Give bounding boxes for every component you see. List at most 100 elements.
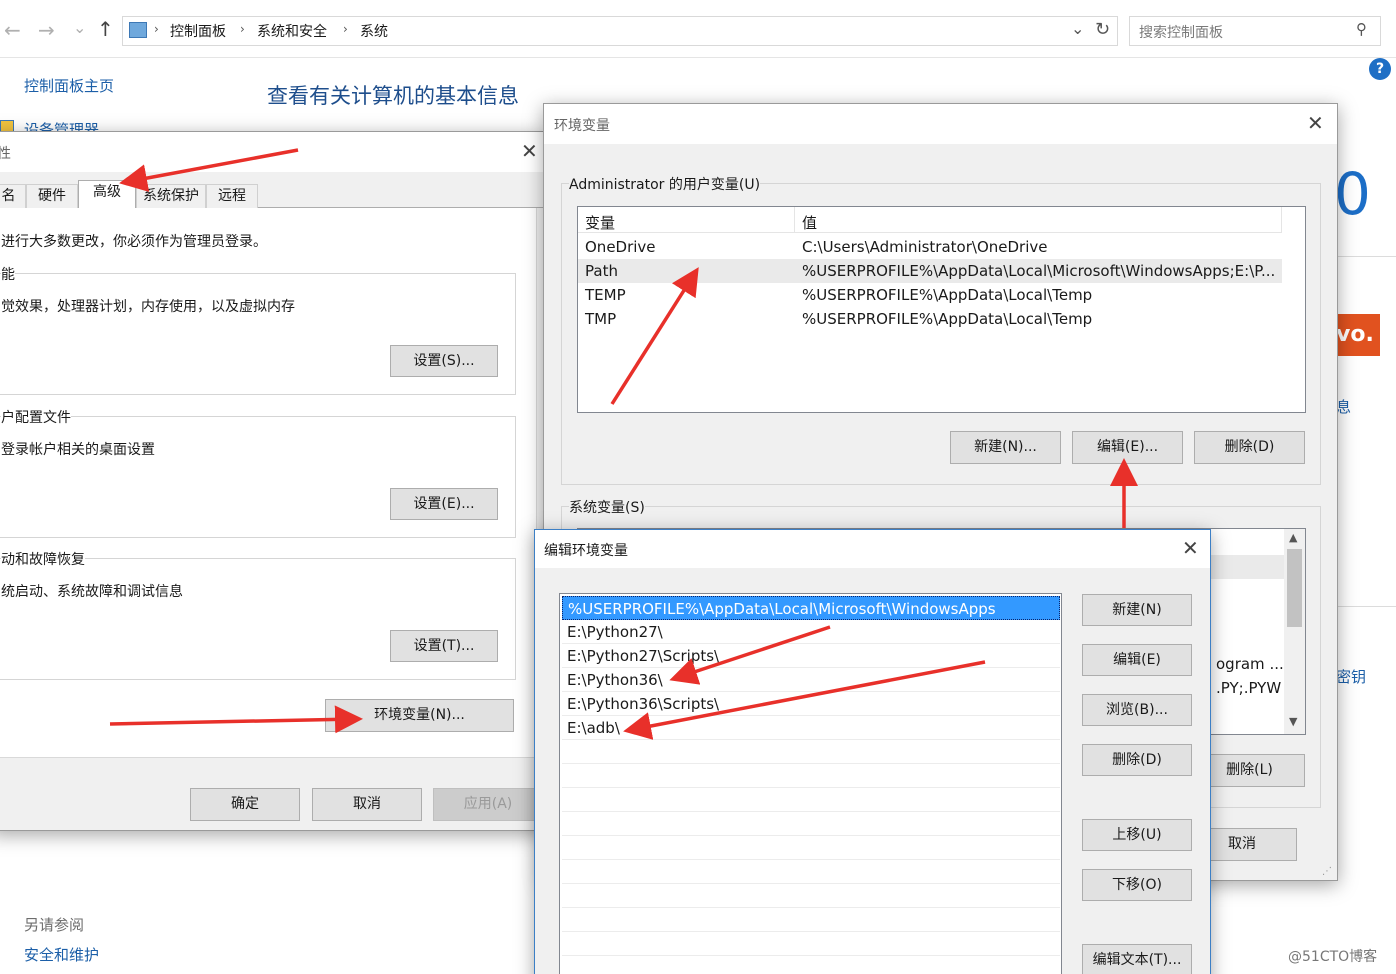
row-value: %USERPROFILE%\AppData\Local\Temp (802, 310, 1093, 328)
breadcrumb-system[interactable]: 系统 (360, 21, 388, 41)
tab-hardware[interactable]: 硬件 (26, 184, 78, 208)
dialog-title: 环境变量 (554, 118, 610, 134)
column-header-value[interactable]: 值 (802, 212, 817, 233)
list-item[interactable]: E:\Python27\Scripts\ (562, 644, 1060, 668)
tab-strip: 名 硬件 高级 系统保护 远程 (0, 180, 545, 208)
column-divider (794, 207, 795, 233)
dialog-titlebar: 性 ✕ (0, 132, 545, 172)
table-header: 变量 值 (578, 207, 1282, 233)
system-variables-legend: 系统变量(S) (569, 497, 645, 517)
refresh-icon[interactable]: ↻ (1095, 19, 1110, 40)
windows-edition-partial: 0 (1334, 160, 1371, 228)
close-icon[interactable]: ✕ (521, 141, 538, 161)
search-input[interactable]: 搜索控制面板 (1139, 22, 1223, 42)
tab-remote[interactable]: 远程 (206, 184, 258, 208)
user-variables-legend: Administrator 的用户变量(U) (569, 174, 761, 194)
back-icon[interactable]: ← (4, 18, 21, 42)
list-item[interactable]: %USERPROFILE%\AppData\Local\Microsoft\Wi… (562, 596, 1060, 620)
up-icon[interactable]: ↑ (97, 17, 114, 41)
empty-list-row (562, 764, 1060, 788)
cancel-button[interactable]: 取消 (312, 788, 422, 821)
control-panel-icon (129, 22, 147, 38)
recent-locations-icon[interactable]: ⌄ (73, 18, 86, 37)
path-entries-list[interactable]: %USERPROFILE%\AppData\Local\Microsoft\Wi… (559, 593, 1062, 974)
startup-recovery-settings-button[interactable]: 设置(T)... (390, 630, 498, 662)
chevron-right-icon: › (240, 22, 245, 36)
breadcrumb[interactable]: › 控制面板 › 系统和安全 › 系统 ⌄ ↻ (122, 16, 1118, 46)
close-icon[interactable]: ✕ (1182, 538, 1199, 558)
move-down-button[interactable]: 下移(O) (1082, 869, 1192, 901)
list-item[interactable]: E:\Python36\Scripts\ (562, 692, 1060, 716)
chevron-right-icon: › (154, 22, 159, 36)
tab-panel: 进行大多数更改，你必须作为管理员登录。 能 觉效果，处理器计划，内存使用，以及虚… (0, 208, 537, 758)
row-variable: Path (585, 262, 618, 280)
row-variable: OneDrive (585, 238, 656, 256)
edit-entry-button[interactable]: 编辑(E) (1082, 644, 1192, 676)
column-divider (1281, 207, 1282, 233)
support-info-link-partial[interactable]: 息 (1336, 396, 1351, 417)
row-value-partial: .PY;.PYW (1216, 679, 1282, 697)
dialog-title: 编辑环境变量 (544, 543, 628, 559)
row-value: C:\Users\Administrator\OneDrive (802, 238, 1048, 256)
empty-list-row (562, 740, 1060, 764)
apply-button[interactable]: 应用(A) (433, 788, 543, 821)
sidebar-link-security[interactable]: 安全和维护 (24, 944, 99, 965)
edit-text-button[interactable]: 编辑文本(T)... (1082, 944, 1192, 974)
performance-description: 觉效果，处理器计划，内存使用，以及虚拟内存 (1, 299, 295, 315)
startup-recovery-description: 统启动、系统故障和调试信息 (1, 584, 183, 600)
list-item[interactable]: E:\Python36\ (562, 668, 1060, 692)
delete-entry-button[interactable]: 删除(D) (1082, 744, 1192, 776)
user-edit-button[interactable]: 编辑(E)... (1072, 431, 1183, 464)
tab-advanced[interactable]: 高级 (78, 180, 136, 208)
dialog-titlebar: 编辑环境变量 ✕ (535, 530, 1210, 568)
dialog-title: 性 (0, 146, 11, 162)
empty-list-row (562, 860, 1060, 884)
performance-settings-button[interactable]: 设置(S)... (390, 345, 498, 377)
table-row[interactable]: TEMP %USERPROFILE%\AppData\Local\Temp (578, 283, 1282, 307)
product-key-link-partial[interactable]: 密钥 (1336, 666, 1366, 687)
move-up-button[interactable]: 上移(U) (1082, 819, 1192, 851)
table-row[interactable]: Path %USERPROFILE%\AppData\Local\Microso… (578, 259, 1282, 283)
scroll-down-icon[interactable]: ▼ (1289, 715, 1297, 728)
system-properties-dialog: 性 ✕ 名 硬件 高级 系统保护 远程 进行大多数更改，你必须作为管理员登录。 … (0, 131, 546, 831)
close-icon[interactable]: ✕ (1307, 113, 1324, 133)
user-delete-button[interactable]: 删除(D) (1194, 431, 1305, 464)
manufacturer-logo: vo. (1336, 314, 1380, 356)
sidebar-link-home[interactable]: 控制面板主页 (24, 75, 114, 96)
new-entry-button[interactable]: 新建(N) (1082, 594, 1192, 626)
user-profiles-description: 登录帐户相关的桌面设置 (1, 442, 155, 458)
row-value: %USERPROFILE%\AppData\Local\Temp (802, 286, 1093, 304)
admin-note: 进行大多数更改，你必须作为管理员登录。 (1, 234, 267, 250)
tab-system-protection[interactable]: 系统保护 (136, 184, 206, 208)
environment-variables-button[interactable]: 环境变量(N)... (325, 699, 514, 732)
user-profiles-legend: 户配置文件 (1, 407, 71, 427)
sidebar-link-device-manager[interactable]: 设备管理器 (24, 119, 99, 131)
breadcrumb-security[interactable]: 系统和安全 (257, 21, 327, 41)
chevron-down-icon[interactable]: ⌄ (1071, 19, 1084, 38)
see-also-heading: 另请参阅 (24, 916, 85, 934)
divider (1336, 606, 1396, 607)
performance-legend: 能 (1, 264, 15, 284)
scroll-up-icon[interactable]: ▲ (1289, 531, 1297, 544)
row-value: %USERPROFILE%\AppData\Local\Microsoft\Wi… (802, 262, 1276, 280)
search-box[interactable]: 搜索控制面板 ⚲ (1129, 16, 1381, 46)
search-icon[interactable]: ⚲ (1356, 20, 1367, 38)
column-header-variable[interactable]: 变量 (585, 212, 615, 233)
scroll-thumb[interactable] (1287, 549, 1302, 627)
help-icon[interactable]: ? (1369, 58, 1391, 80)
user-variables-table[interactable]: 变量 值 OneDrive C:\Users\Administrator\One… (577, 206, 1306, 413)
table-row[interactable]: OneDrive C:\Users\Administrator\OneDrive (578, 235, 1282, 259)
vertical-scrollbar[interactable]: ▲ ▼ (1284, 529, 1305, 734)
forward-icon[interactable]: → (38, 18, 55, 42)
tab-computer-name[interactable]: 名 (0, 184, 26, 208)
table-row[interactable]: TMP %USERPROFILE%\AppData\Local\Temp (578, 307, 1282, 331)
ok-button[interactable]: 确定 (190, 788, 300, 821)
user-new-button[interactable]: 新建(N)... (950, 431, 1061, 464)
resize-grip-icon[interactable]: ⋰ (1322, 866, 1332, 877)
user-profiles-settings-button[interactable]: 设置(E)... (390, 488, 498, 520)
dialog-titlebar: 环境变量 ✕ (544, 104, 1337, 144)
list-item[interactable]: E:\adb\ (562, 716, 1060, 740)
breadcrumb-control-panel[interactable]: 控制面板 (170, 21, 226, 41)
browse-button[interactable]: 浏览(B)... (1082, 694, 1192, 726)
list-item[interactable]: E:\Python27\ (562, 620, 1060, 644)
